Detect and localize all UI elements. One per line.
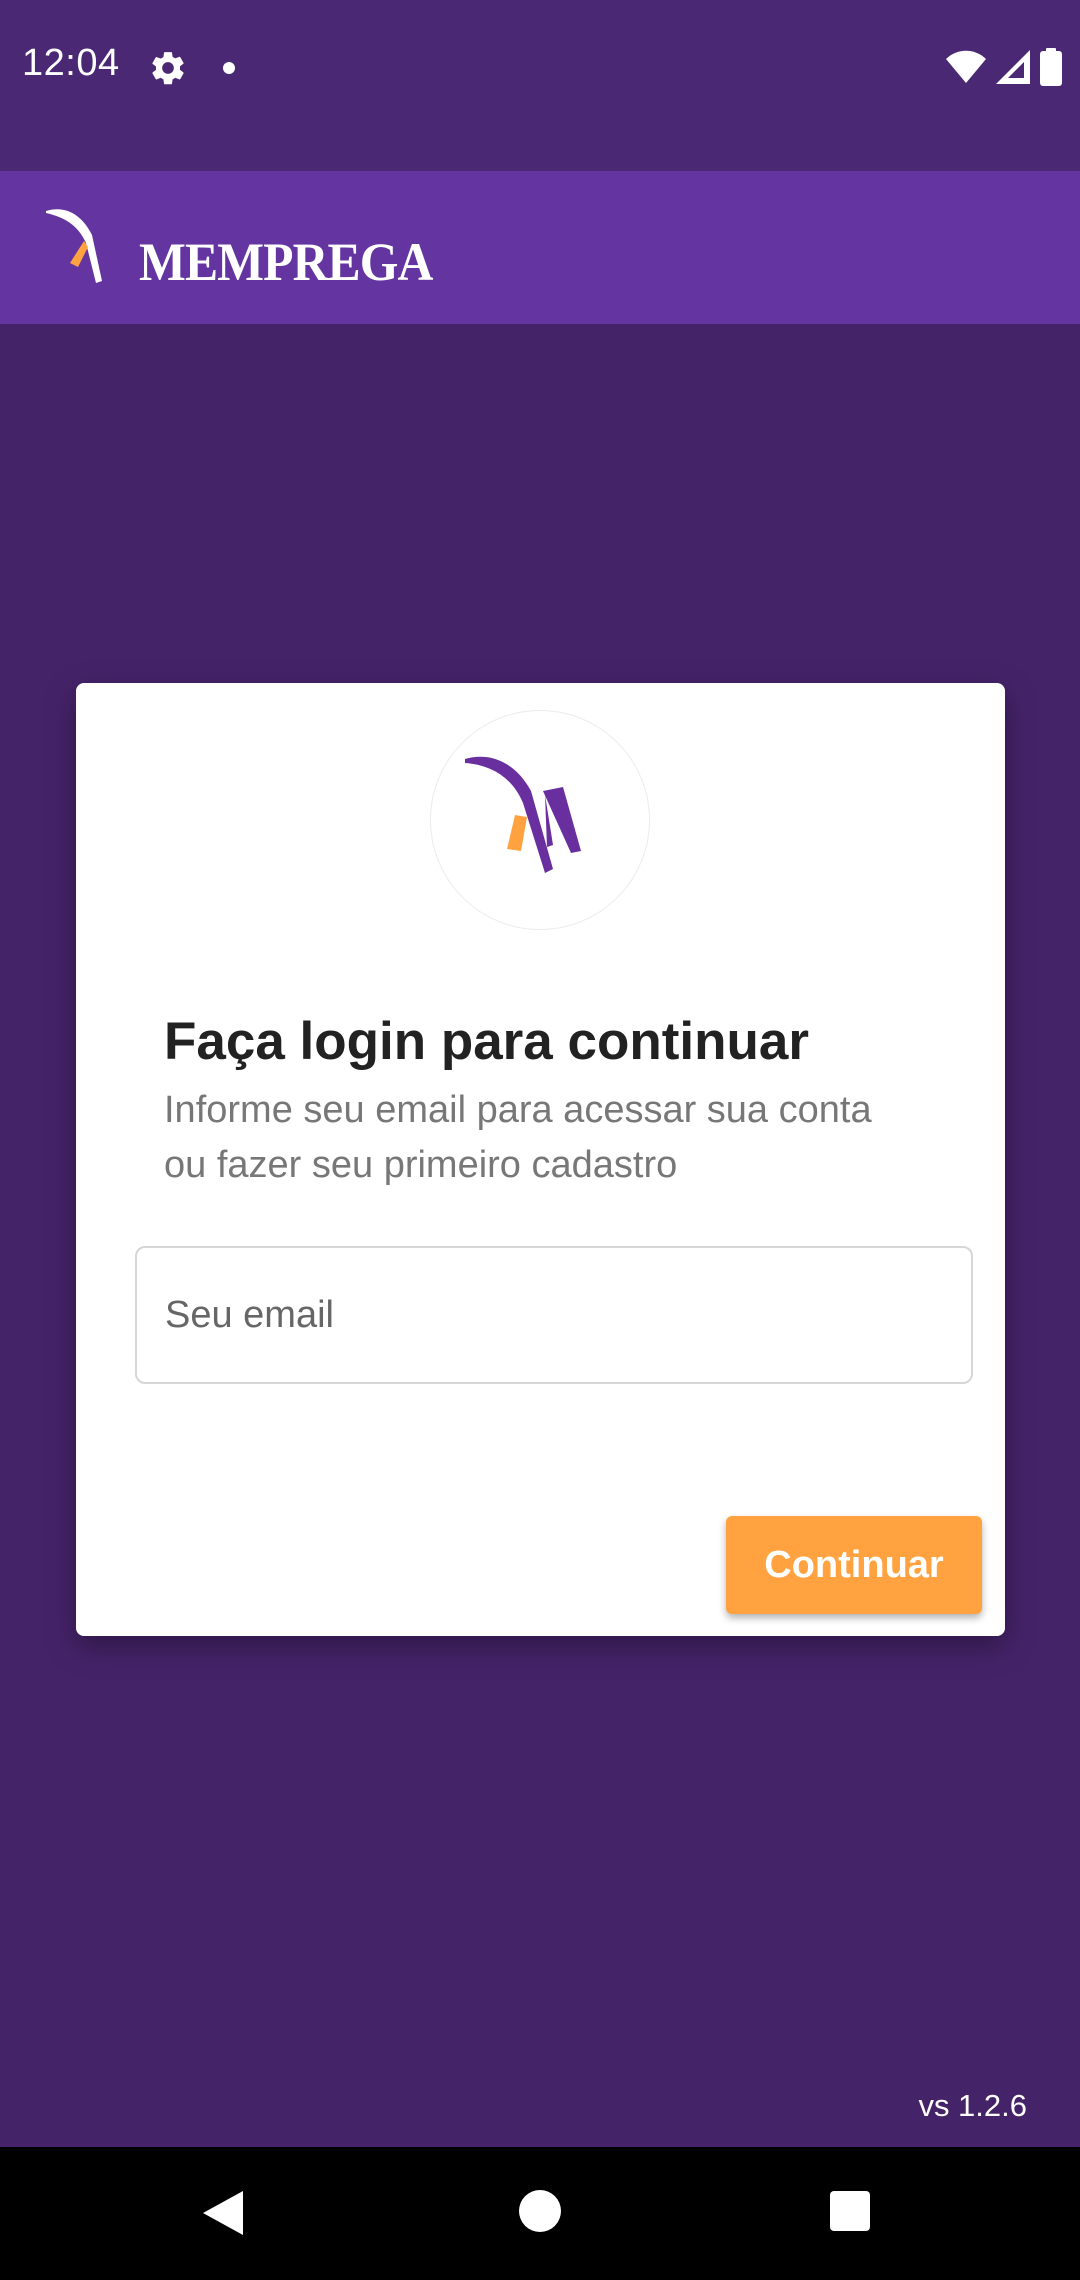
gear-icon [148, 48, 188, 88]
status-bar: 12:04 [0, 0, 1080, 171]
status-icons [946, 46, 1062, 88]
login-card: Faça login para continuar Informe seu em… [76, 683, 1005, 1636]
back-icon[interactable] [203, 2191, 245, 2240]
m-logo-icon [465, 756, 581, 873]
brand-logo: MEMPREGA [44, 191, 433, 301]
status-time: 12:04 [22, 42, 120, 84]
email-field[interactable] [135, 1246, 973, 1384]
navigation-bar [0, 2147, 1080, 2280]
notification-dot-icon [223, 62, 235, 74]
login-title: Faça login para continuar [164, 1012, 809, 1071]
version-label: vs 1.2.6 [918, 2088, 1027, 2123]
wifi-icon [946, 50, 986, 84]
home-icon[interactable] [519, 2190, 561, 2232]
battery-icon [1040, 48, 1062, 86]
login-subtitle: Informe seu email para acessar sua conta… [164, 1089, 872, 1186]
brand-wordmark: MEMPREGA [139, 232, 433, 292]
recents-icon[interactable] [830, 2191, 870, 2231]
signal-icon [996, 50, 1030, 84]
app-bar: MEMPREGA [0, 171, 1080, 324]
continue-button[interactable]: Continuar [726, 1516, 982, 1614]
brand-logo-badge [430, 710, 650, 930]
